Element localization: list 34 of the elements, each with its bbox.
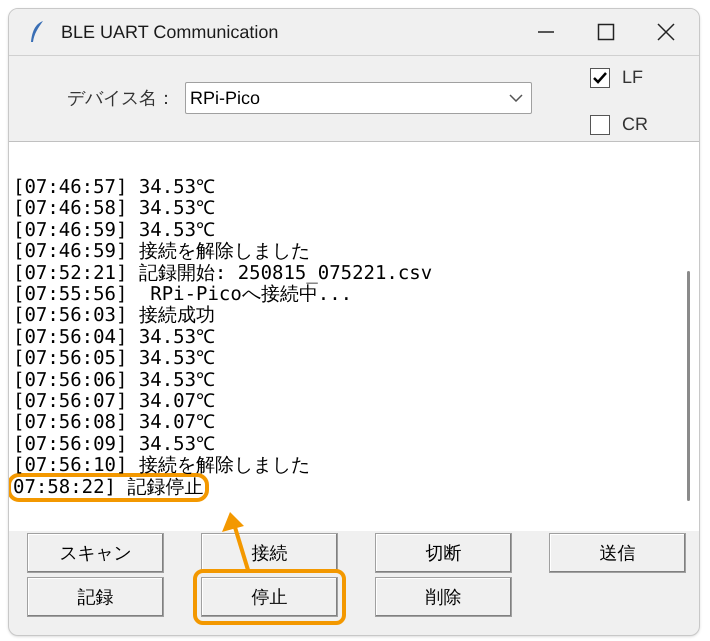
log-line: [07:46:59] 接続を解除しました (13, 241, 310, 263)
log-line: [07:46:58] 34.53℃ (13, 198, 216, 220)
checkbox-label: LF (622, 66, 644, 89)
log-line: [07:56:07] 34.07℃ (13, 391, 216, 412)
device-dropdown[interactable]: RPi-Pico (185, 82, 532, 114)
window-title: BLE UART Communication (61, 20, 278, 44)
device-label: デバイス名： (67, 86, 176, 110)
log-line: [07:56:03] 接続成功 (13, 305, 215, 327)
log-line: [07:55:56] RPi-Picoへ接続中... (13, 284, 352, 306)
scrollbar-thumb[interactable] (686, 271, 690, 501)
command-button[interactable]: 停止 (201, 577, 338, 617)
checkmark-icon (593, 72, 607, 84)
command-button[interactable]: 切断 (375, 533, 512, 573)
log-line: 07:58:22] 記録停止 (9, 472, 210, 502)
feather-icon (29, 20, 45, 44)
log-line: [07:52:21] 記録開始: 250815_075221.csv (13, 262, 432, 284)
command-button[interactable]: 送信 (549, 533, 686, 573)
command-button[interactable]: 記録 (27, 577, 164, 617)
command-button[interactable]: スキャン (27, 533, 164, 573)
chevron-down-icon (509, 94, 523, 102)
checkbox[interactable] (590, 68, 610, 88)
maximize-icon[interactable] (597, 23, 615, 41)
command-button[interactable]: 削除 (375, 577, 512, 617)
close-icon[interactable] (657, 23, 675, 41)
log-line: [07:46:59] 34.53℃ (13, 220, 216, 241)
log-line: [07:56:06] 34.53℃ (13, 370, 216, 392)
log-line: [07:56:04] 34.53℃ (13, 326, 216, 348)
log-line: [07:56:08] 34.07℃ (13, 412, 216, 434)
log-line: [07:56:05] 34.53℃ (13, 348, 216, 370)
checkbox-label: CR (622, 113, 648, 136)
log-line: [07:56:09] 34.53℃ (13, 434, 216, 455)
checkbox[interactable] (590, 114, 610, 134)
message-input[interactable] (9, 141, 699, 171)
log-line: [07:46:57] 34.53℃ (13, 177, 216, 198)
